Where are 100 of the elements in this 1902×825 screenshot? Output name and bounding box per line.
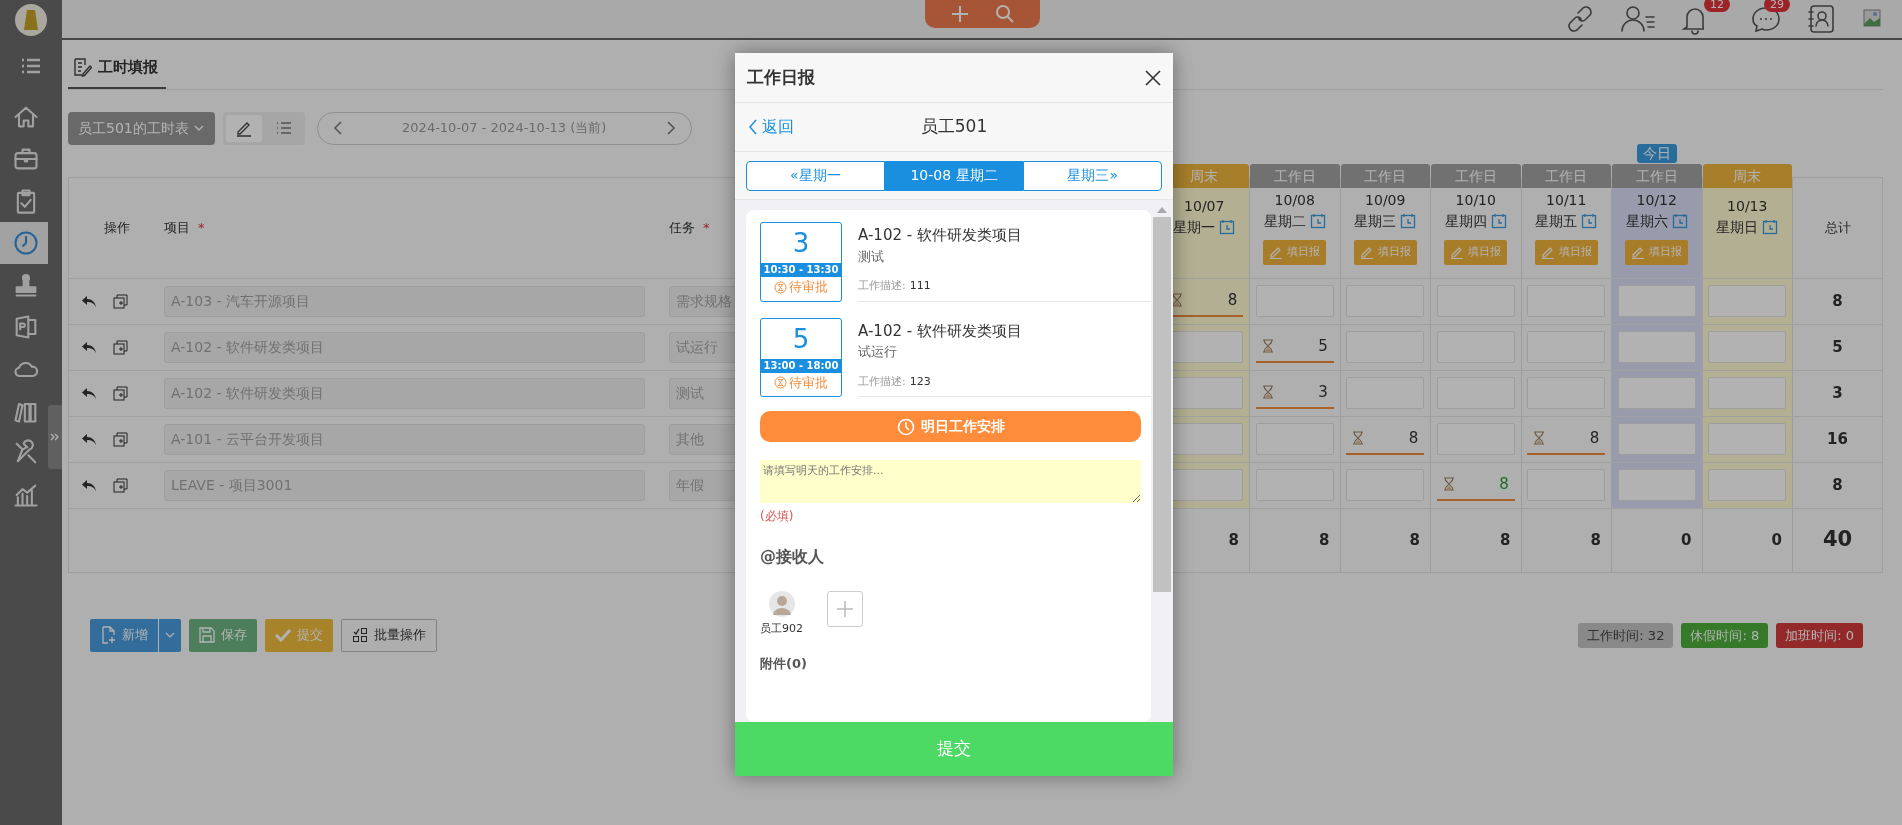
- plan-textarea[interactable]: 请填写明天的工作安排...: [760, 460, 1141, 503]
- calendar-clock-icon[interactable]: [1490, 213, 1507, 229]
- add-button[interactable]: 新增: [90, 618, 158, 652]
- hours-field[interactable]: 8: [1346, 423, 1425, 455]
- entry-task: 测试: [858, 247, 885, 266]
- tomorrow-plan-button[interactable]: 明日工作安排: [760, 411, 1141, 442]
- chevron-left-icon: [748, 118, 758, 136]
- summary-tag: 加班时间: 0: [1776, 622, 1863, 648]
- required-note: (必填): [760, 508, 795, 525]
- plus-icon[interactable]: [949, 4, 970, 24]
- copy-add-icon[interactable]: [113, 293, 128, 309]
- fill-report-button[interactable]: 填日报: [1263, 239, 1327, 265]
- scroll-thumb[interactable]: [1153, 217, 1171, 592]
- hourglass-icon: [1533, 431, 1546, 445]
- edit-document-icon: [72, 57, 92, 78]
- edit-view-button[interactable]: [225, 114, 262, 142]
- description-value: 111: [909, 278, 931, 294]
- check-icon: [275, 628, 291, 642]
- hours-value: 8: [1499, 473, 1509, 495]
- add-dropdown-button[interactable]: [158, 618, 181, 652]
- entry-hours: 3: [792, 227, 810, 260]
- recipient-name: 员工902: [760, 621, 803, 637]
- day-total: 0: [1771, 529, 1782, 551]
- previous-week-button[interactable]: [331, 120, 344, 136]
- calendar-clock-icon[interactable]: [1581, 213, 1598, 229]
- hours-field[interactable]: 5: [1255, 331, 1334, 363]
- next-week-button[interactable]: [664, 120, 677, 136]
- employee-name: 员工501: [920, 115, 988, 139]
- hours-field[interactable]: 3: [1255, 377, 1334, 409]
- avatar-icon[interactable]: [768, 591, 795, 617]
- hours-field[interactable]: [1708, 285, 1787, 317]
- save-button[interactable]: 保存: [189, 618, 257, 652]
- submit-button[interactable]: 提交: [265, 618, 333, 652]
- batch-button[interactable]: 批量操作: [341, 618, 437, 652]
- day-total: 8: [1228, 529, 1239, 551]
- entry-time: 13:00 - 18:00: [761, 358, 841, 373]
- hours-field[interactable]: [1617, 469, 1696, 501]
- expand-handle[interactable]: [48, 405, 62, 469]
- list-icon: [274, 119, 293, 137]
- row-total: 8: [1832, 290, 1843, 312]
- hours-field[interactable]: [1617, 377, 1696, 409]
- sidebar-item[interactable]: [0, 222, 48, 264]
- hours-field[interactable]: [1617, 331, 1696, 363]
- column-header: 总计: [1824, 218, 1851, 237]
- page-tab[interactable]: 工时填报: [68, 46, 166, 89]
- clock-icon: [12, 229, 40, 257]
- hours-field[interactable]: 8: [1436, 469, 1515, 501]
- hours-field[interactable]: [1617, 423, 1696, 455]
- day-switch-tab[interactable]: «星期一: [746, 160, 885, 191]
- day-type-tag: 工作日: [1250, 163, 1340, 188]
- entry-status: 待审批: [774, 372, 828, 393]
- required-mark: *: [703, 218, 710, 237]
- day-date: 10/10: [1455, 190, 1496, 210]
- grand-total: 40: [1822, 526, 1853, 554]
- description-label: 工作描述:: [858, 373, 906, 390]
- row-total: 16: [1827, 428, 1848, 450]
- add-recipient-button[interactable]: [827, 591, 863, 627]
- hourglass-icon: [774, 376, 787, 389]
- calendar-clock-icon[interactable]: [1671, 213, 1688, 229]
- dialog-submit-button[interactable]: 提交: [735, 722, 1173, 776]
- hours-value: 3: [1318, 381, 1328, 403]
- message-count: 29: [1764, 0, 1790, 12]
- calendar-clock-icon[interactable]: [1762, 219, 1779, 235]
- copy-add-icon[interactable]: [113, 385, 128, 401]
- chevron-left-icon: [331, 120, 344, 136]
- caret-icon: [165, 630, 175, 640]
- hours-field[interactable]: [1708, 377, 1787, 409]
- hours-field[interactable]: [1708, 469, 1787, 501]
- search-icon[interactable]: [994, 4, 1015, 24]
- hourglass-icon: [1261, 385, 1274, 399]
- hours-field[interactable]: [1708, 423, 1787, 455]
- copy-add-icon[interactable]: [113, 477, 128, 493]
- hourglass-icon: [1171, 293, 1184, 307]
- fill-report-button[interactable]: 填日报: [1534, 239, 1598, 265]
- calendar-clock-icon[interactable]: [1400, 213, 1417, 229]
- fill-report-button[interactable]: 填日报: [1625, 239, 1689, 265]
- hours-field[interactable]: 8: [1527, 423, 1606, 455]
- weekday: 星期四: [1444, 211, 1487, 231]
- day-date: 10/13: [1727, 196, 1768, 216]
- copy-add-icon[interactable]: [113, 339, 128, 355]
- close-button[interactable]: [1143, 67, 1163, 88]
- weekday: 星期五: [1535, 211, 1578, 231]
- calendar-clock-icon[interactable]: [1309, 213, 1326, 229]
- hours-field[interactable]: [1708, 331, 1787, 363]
- contact-card-icon[interactable]: [1806, 3, 1836, 35]
- timesheet-dropdown[interactable]: 员工501的工时表: [68, 111, 215, 145]
- fill-report-button[interactable]: 填日报: [1444, 239, 1508, 265]
- back-button[interactable]: 返回: [747, 114, 795, 140]
- copy-add-icon[interactable]: [113, 431, 128, 447]
- day-type-tag: 工作日: [1340, 163, 1430, 188]
- hours-field[interactable]: [1617, 285, 1696, 317]
- calendar-clock-icon[interactable]: [1219, 219, 1236, 235]
- user-list-icon[interactable]: [1620, 3, 1656, 35]
- day-date: 10/09: [1365, 190, 1406, 210]
- fill-report-button[interactable]: 填日报: [1353, 239, 1417, 265]
- day-total: 0: [1681, 529, 1692, 551]
- day-switch-tab[interactable]: 星期三»: [1023, 160, 1162, 191]
- day-switch-tab[interactable]: 10-08 星期二: [884, 160, 1024, 191]
- row-total: 8: [1832, 474, 1843, 496]
- day-type-tag: 工作日: [1521, 163, 1611, 188]
